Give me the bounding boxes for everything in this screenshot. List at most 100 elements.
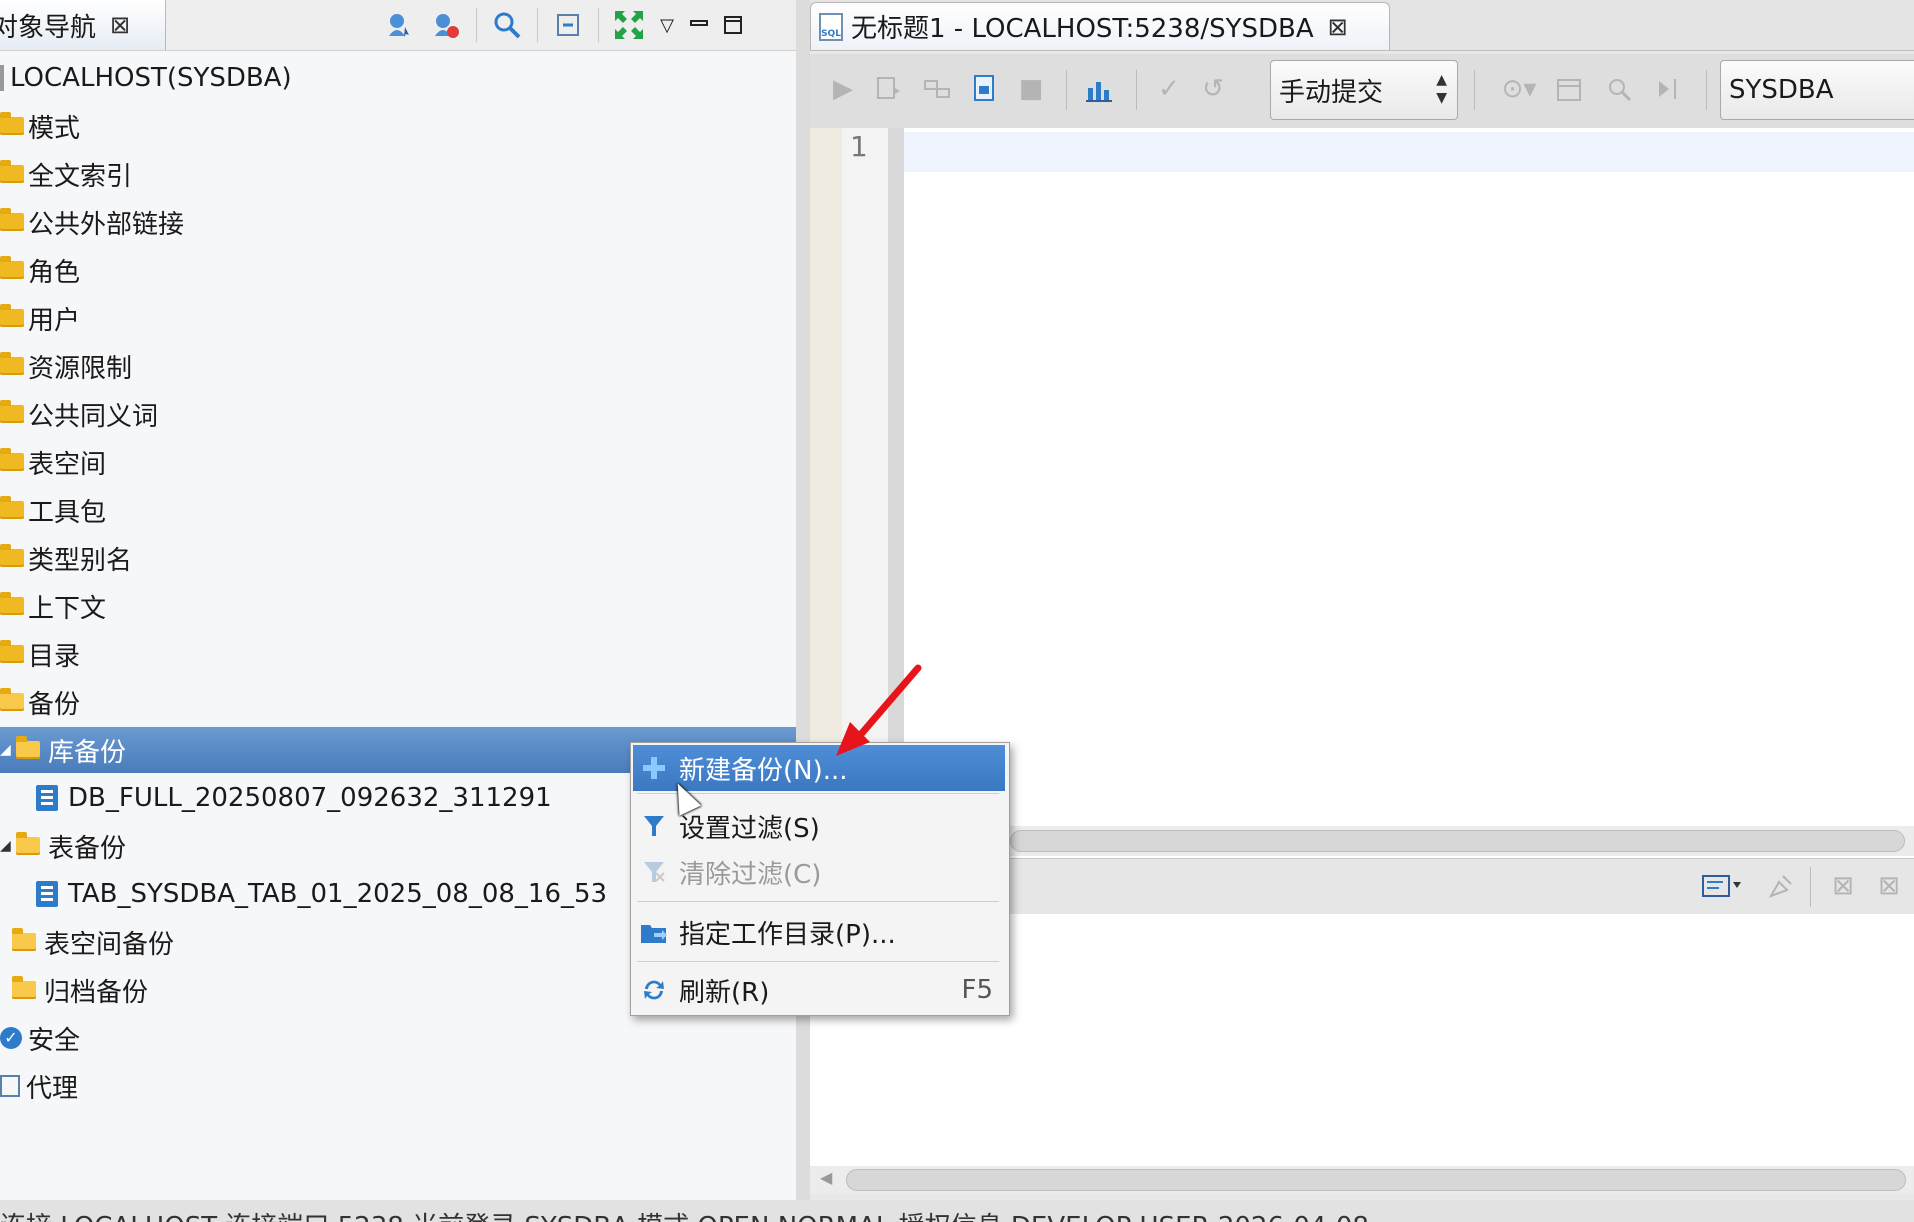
- explain-plan-icon[interactable]: [920, 72, 954, 106]
- tree-node-agent[interactable]: 代理: [0, 1063, 796, 1109]
- tree-node-label: 代理: [26, 1073, 79, 1104]
- disconnect-icon[interactable]: [426, 5, 466, 45]
- spinner-arrows-icon: ▲ ▼: [1436, 72, 1447, 106]
- new-connection-icon[interactable]: [380, 5, 420, 45]
- execute-selection-icon[interactable]: [872, 72, 906, 106]
- toolbar-separator: [598, 8, 599, 42]
- navigator-toolbar: ▽: [380, 0, 796, 50]
- folder-icon: [0, 160, 24, 183]
- tab-sql-editor[interactable]: SQL 无标题1 - LOCALHOST:5238/SYSDBA ⊠: [810, 2, 1390, 50]
- clear-results-icon[interactable]: [1764, 869, 1798, 903]
- folder-arrow-icon: [639, 917, 669, 947]
- tree-node-label: 工具包: [28, 497, 107, 528]
- schema-select[interactable]: SYSDBA: [1720, 60, 1914, 120]
- tree-node-label: DB_FULL_20250807_092632_311291: [68, 783, 552, 813]
- view-menu-icon[interactable]: ▽: [655, 5, 679, 45]
- tree-node-label: 用户: [28, 305, 81, 336]
- expand-arrow-icon[interactable]: ◢: [0, 838, 12, 854]
- close-result-icon[interactable]: ⊠: [1826, 869, 1860, 903]
- tree-node-label: 全文索引: [28, 161, 133, 192]
- menu-item-label: 设置过滤(S): [679, 813, 820, 844]
- close-all-results-icon[interactable]: ⊠: [1872, 869, 1906, 903]
- collapse-all-icon[interactable]: [548, 5, 588, 45]
- execute-icon[interactable]: ▶: [826, 72, 860, 106]
- stop-icon[interactable]: ■: [1014, 72, 1048, 106]
- search-icon[interactable]: [487, 5, 527, 45]
- commit-icon[interactable]: ✓: [1152, 72, 1186, 106]
- folder-open-icon: [16, 736, 40, 759]
- folder-icon: [0, 592, 24, 615]
- tree-node-label: 表备份: [48, 833, 127, 864]
- tree-node-users[interactable]: 用户: [0, 295, 796, 341]
- folder-icon: [0, 496, 24, 519]
- tree-node-label: 表空间: [28, 449, 107, 480]
- tree-node-security[interactable]: ✓ 安全: [0, 1015, 796, 1061]
- tree-node-public-dblink[interactable]: 公共外部链接: [0, 199, 796, 245]
- tree-node-directories[interactable]: 目录: [0, 631, 796, 677]
- folder-open-icon: [0, 688, 24, 711]
- scrollbar-thumb[interactable]: [846, 1169, 1906, 1191]
- backup-file-icon: [36, 881, 58, 907]
- scroll-left-icon[interactable]: ◀: [820, 1168, 832, 1187]
- panel-splitter[interactable]: [796, 0, 810, 1200]
- tree-node-backups[interactable]: 备份: [0, 679, 796, 725]
- tree-node-label: 上下文: [28, 593, 107, 624]
- menu-separator: [637, 961, 999, 962]
- tree-node-label: 类型别名: [28, 545, 133, 576]
- results-horizontal-scrollbar[interactable]: ◀: [810, 1166, 1914, 1194]
- tree-node-tablespaces[interactable]: 表空间: [0, 439, 796, 485]
- folder-icon: [0, 208, 24, 231]
- menu-item-label: 清除过滤(C): [679, 859, 822, 890]
- menu-item-clear-filter[interactable]: 清除过滤(C): [633, 849, 1005, 895]
- expand-arrows-icon[interactable]: [609, 5, 649, 45]
- folder-icon: [0, 448, 24, 471]
- toolbar-separator: [1066, 70, 1067, 110]
- tree-node-roles[interactable]: 角色: [0, 247, 796, 293]
- rollback-icon[interactable]: ↺: [1196, 72, 1230, 106]
- tree-node-contexts[interactable]: 上下文: [0, 583, 796, 629]
- menu-item-shortcut: F5: [961, 975, 994, 1005]
- tree-node-public-synonyms[interactable]: 公共同义词: [0, 391, 796, 437]
- menu-item-refresh[interactable]: 刷新(R) F5: [633, 967, 1005, 1013]
- statistics-icon[interactable]: [1082, 72, 1116, 106]
- folder-icon: [0, 544, 24, 567]
- status-text: 连接 LOCALHOST 连接端口 5238 当前登录 SYSDBA 模式 OP…: [0, 1206, 1369, 1222]
- step-into-icon[interactable]: [1652, 72, 1686, 106]
- folder-icon: [0, 400, 24, 423]
- tree-node-packages[interactable]: 工具包: [0, 487, 796, 533]
- close-icon[interactable]: ⊠: [1328, 13, 1348, 41]
- tree-node-schema[interactable]: 模式: [0, 103, 796, 149]
- tree-node-resource-limits[interactable]: 资源限制: [0, 343, 796, 389]
- save-script-icon[interactable]: [968, 72, 1002, 106]
- calendar-icon[interactable]: [1552, 72, 1586, 106]
- toolbar-separator: [1136, 70, 1137, 110]
- scrollbar-thumb[interactable]: [1010, 830, 1905, 852]
- result-view-menu-icon[interactable]: [1696, 869, 1750, 903]
- menu-item-label: 新建备份(N)...: [679, 755, 848, 786]
- editor-toolbar: ▶ ■ ✓ ↺ 手动提交 ▲ ▼ ⊙▾ SYSDBA: [810, 54, 1914, 129]
- tree-node-type-aliases[interactable]: 类型别名: [0, 535, 796, 581]
- maximize-icon[interactable]: [719, 5, 747, 45]
- backup-file-icon: [36, 785, 58, 811]
- tree-node-fulltext-index[interactable]: 全文索引: [0, 151, 796, 197]
- tree-node-label: 目录: [28, 641, 81, 672]
- menu-item-label: 指定工作目录(P)...: [679, 919, 896, 950]
- editor-horizontal-scrollbar[interactable]: [1010, 826, 1914, 856]
- plus-icon: [639, 753, 669, 783]
- expand-arrow-icon[interactable]: ◢: [0, 742, 12, 758]
- menu-item-label: 刷新(R): [679, 977, 770, 1008]
- tree-node-label: 库备份: [48, 737, 127, 768]
- menu-item-set-work-directory[interactable]: 指定工作目录(P)...: [633, 909, 1005, 955]
- tree-node-label: 安全: [28, 1025, 81, 1056]
- toolbar-separator: [476, 8, 477, 42]
- folder-open-icon: [16, 832, 40, 855]
- editor-tab-bar: SQL 无标题1 - LOCALHOST:5238/SYSDBA ⊠: [810, 0, 1914, 51]
- minimize-icon[interactable]: [685, 5, 713, 45]
- tab-object-navigator[interactable]: 对象导航 ⊠: [0, 0, 166, 50]
- debug-target-icon[interactable]: ⊙▾: [1492, 72, 1546, 106]
- format-icon[interactable]: [1602, 72, 1636, 106]
- toolbar-separator: [1810, 867, 1811, 907]
- commit-mode-select[interactable]: 手动提交 ▲ ▼: [1270, 60, 1458, 120]
- tree-node-connection[interactable]: LOCALHOST(SYSDBA): [0, 55, 796, 101]
- close-icon[interactable]: ⊠: [110, 11, 130, 39]
